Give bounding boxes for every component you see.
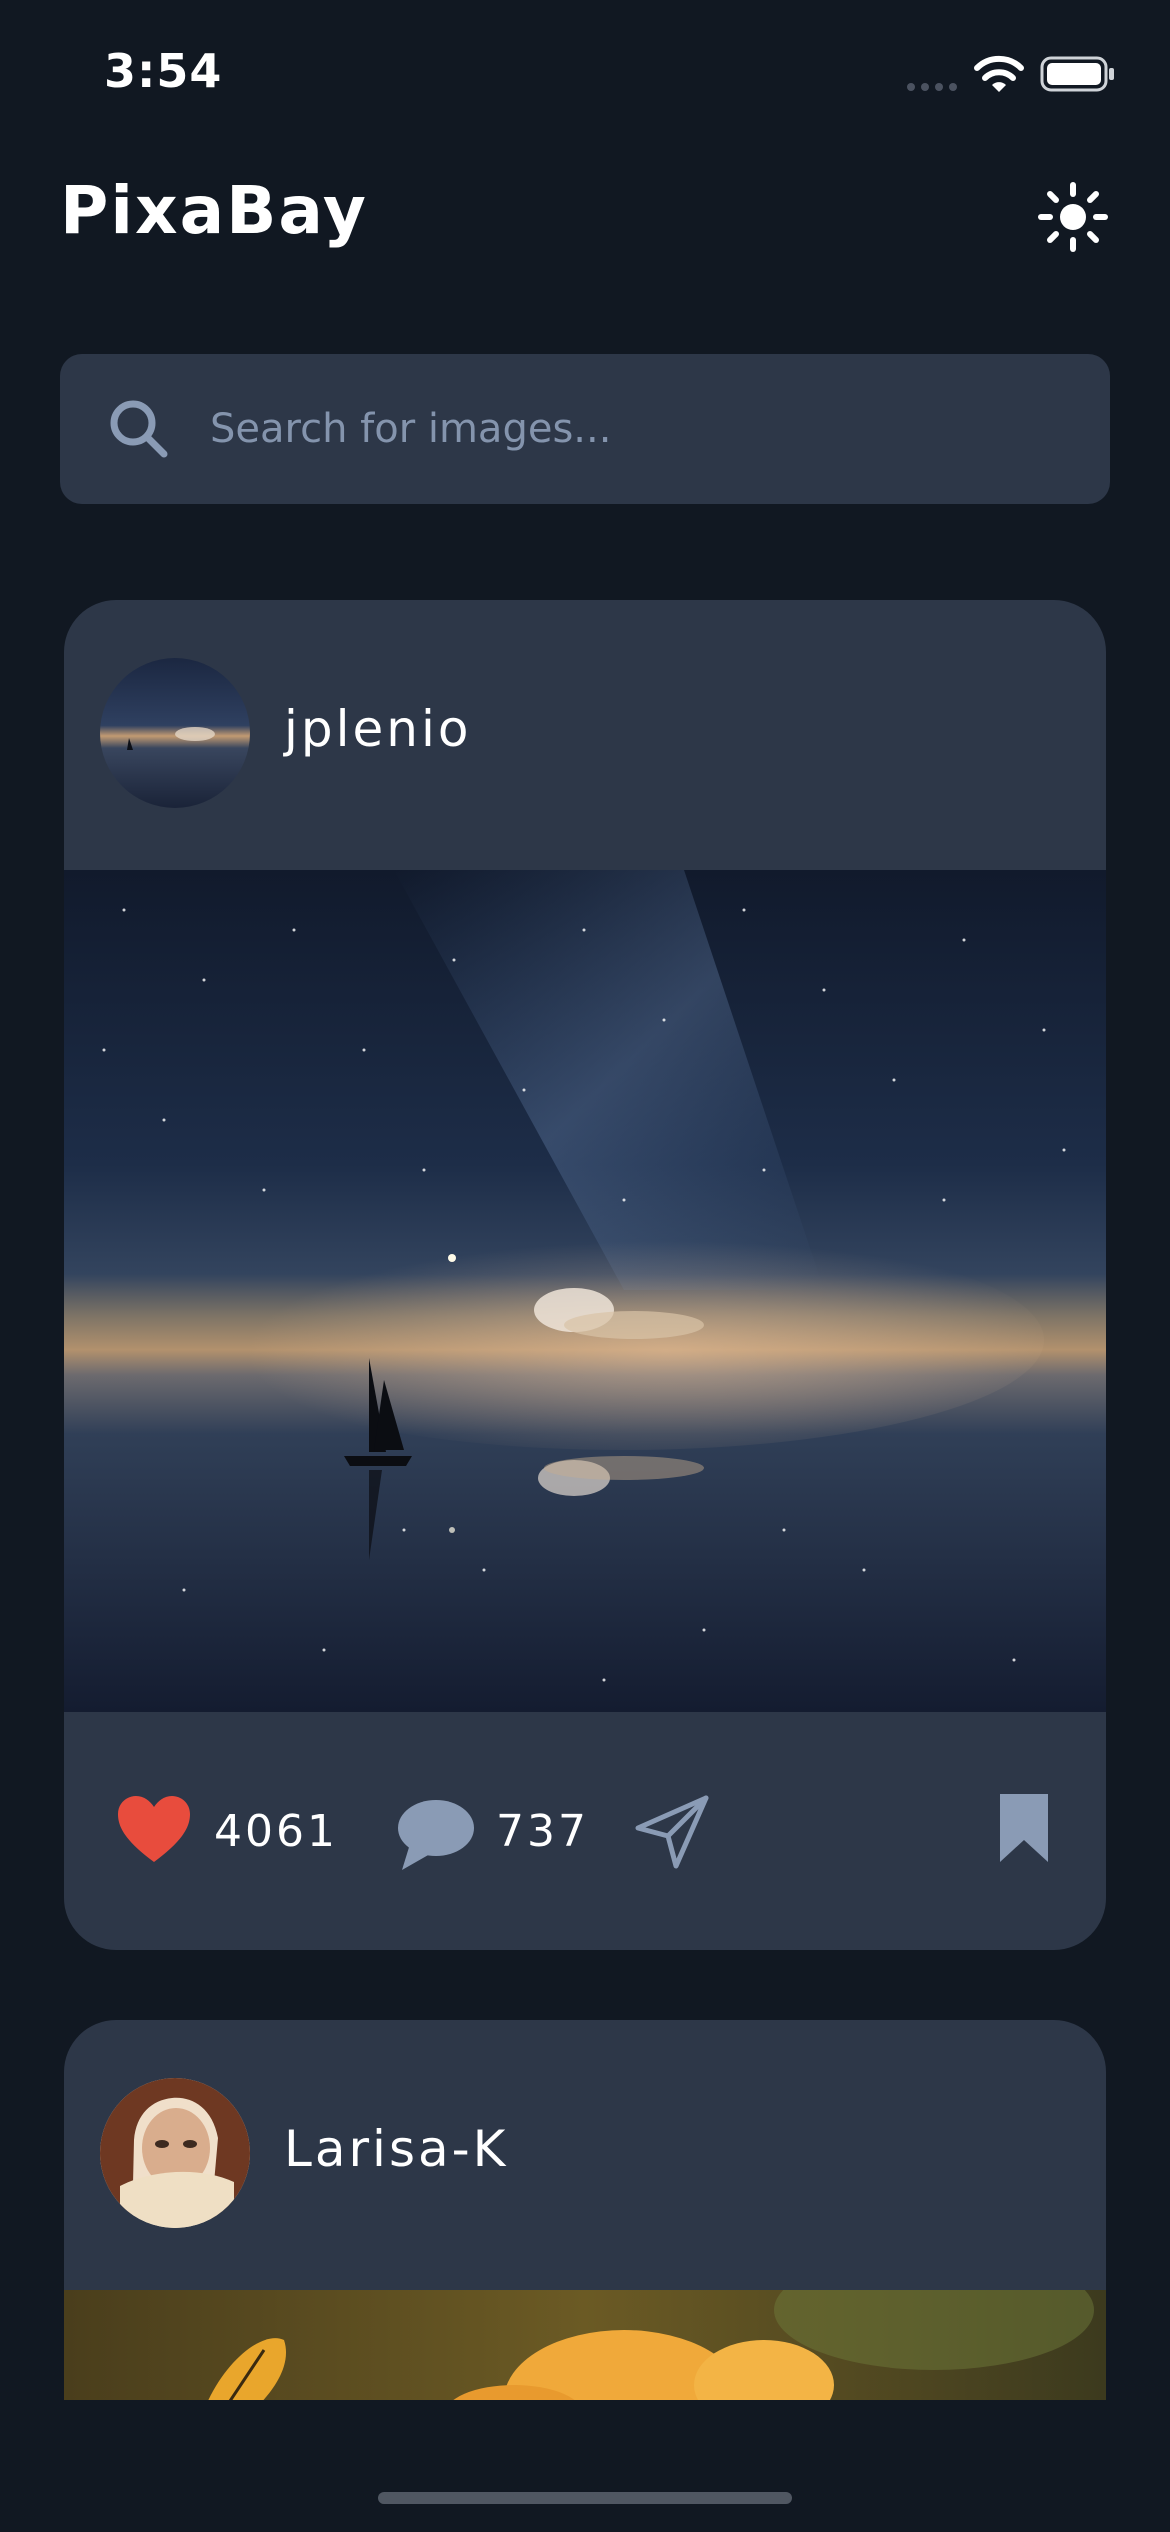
battery-icon	[1040, 56, 1114, 92]
status-bar: 3:54	[0, 0, 1170, 150]
bookmark-icon[interactable]	[996, 1790, 1052, 1866]
post-card: jplenio 4061 737	[64, 600, 1106, 1950]
heart-icon[interactable]	[116, 1794, 192, 1866]
username[interactable]: Larisa-K	[284, 2120, 508, 2178]
search-bar[interactable]	[60, 354, 1110, 504]
post-card: Larisa-K	[64, 2020, 1106, 2400]
wifi-icon	[974, 55, 1024, 92]
paper-plane-icon[interactable]	[634, 1794, 710, 1870]
post-image[interactable]	[64, 2290, 1106, 2400]
like-count: 4061	[214, 1806, 338, 1857]
home-indicator[interactable]	[378, 2492, 792, 2504]
comment-icon[interactable]	[394, 1796, 476, 1872]
avatar[interactable]	[100, 2078, 250, 2228]
avatar[interactable]	[100, 658, 250, 808]
search-input[interactable]	[210, 394, 1070, 464]
post-image[interactable]	[64, 870, 1106, 1712]
cellular-signal-icon	[907, 83, 957, 91]
username[interactable]: jplenio	[284, 700, 471, 758]
sun-icon[interactable]	[1038, 182, 1108, 252]
post-header: Larisa-K	[64, 2020, 1106, 2290]
search-icon	[110, 400, 168, 458]
post-header: jplenio	[64, 600, 1106, 870]
status-time: 3:54	[104, 44, 223, 98]
comment-count: 737	[496, 1806, 589, 1857]
app-title: PixaBay	[60, 172, 368, 249]
post-actions: 4061 737	[64, 1712, 1106, 1950]
